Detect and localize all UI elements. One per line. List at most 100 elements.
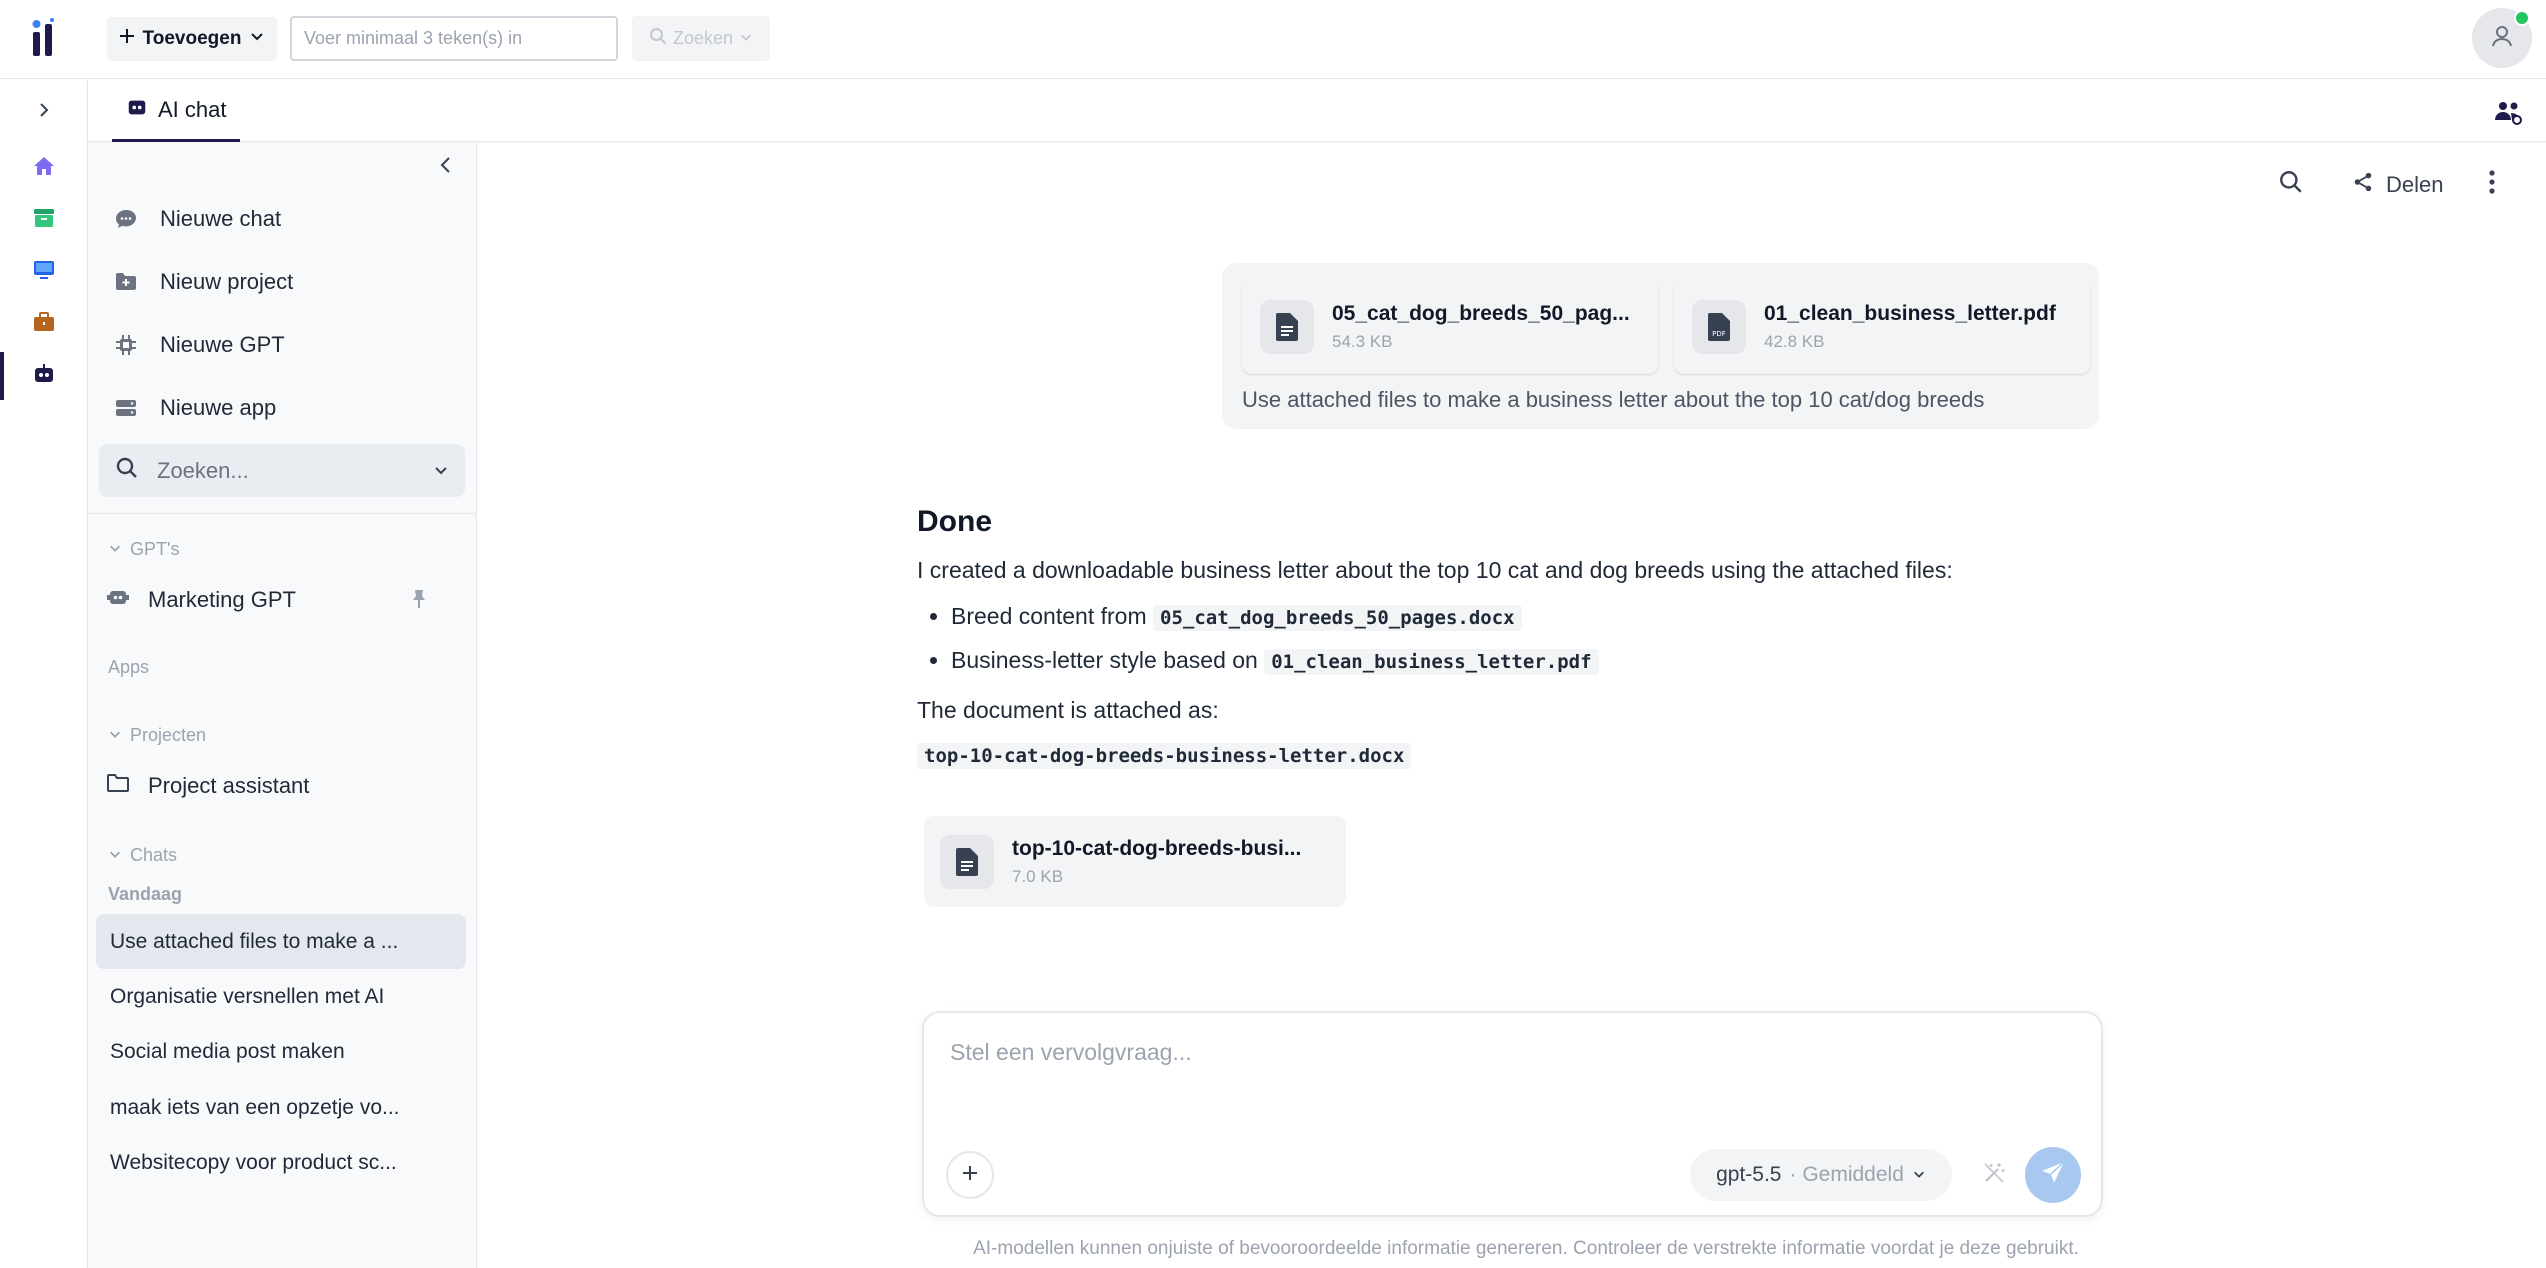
new-app-button[interactable]: Nieuwe app xyxy=(112,388,276,428)
chat-sidebar: Nieuwe chat Nieuw project Nieuwe GPT Nie… xyxy=(88,143,477,1268)
list-item: Business-letter style based on 01_clean_… xyxy=(951,639,2117,683)
archive-icon xyxy=(32,206,56,235)
attachment-size: 42.8 KB xyxy=(1764,332,1825,351)
output-file-card[interactable]: top-10-cat-dog-breeds-busi... 7.0 KB xyxy=(924,816,1346,907)
share-label: Delen xyxy=(2386,172,2444,197)
answer-heading: Done xyxy=(917,505,992,538)
rail-active-indicator xyxy=(0,352,4,400)
more-vertical-icon xyxy=(2488,169,2496,201)
section-projects-label: Projecten xyxy=(130,725,207,745)
assistant-message: Done I created a downloadable business l… xyxy=(917,505,2117,769)
document-icon xyxy=(1260,300,1314,354)
gpt-item-marketing[interactable]: Marketing GPT xyxy=(106,580,296,620)
top-bar: Toevoegen Voer minimaal 3 teken(s) in Zo… xyxy=(0,0,2546,79)
enhance-prompt-button[interactable] xyxy=(1970,1151,2018,1199)
rail-briefcase[interactable] xyxy=(0,304,88,344)
sidebar-divider xyxy=(88,513,477,514)
search-chat-button[interactable] xyxy=(2278,165,2304,205)
search-button[interactable]: Zoeken xyxy=(632,16,770,61)
ai-disclaimer: AI-modellen kunnen onjuiste of bevooroor… xyxy=(973,1238,2079,1259)
add-button[interactable]: Toevoegen xyxy=(107,17,277,61)
collapse-sidebar-button[interactable] xyxy=(434,153,458,177)
chevron-down-icon xyxy=(739,28,753,49)
rail-home[interactable] xyxy=(0,148,88,188)
plus-icon xyxy=(961,1164,979,1187)
new-chat-label: Nieuwe chat xyxy=(160,206,282,231)
chat-item[interactable]: Websitecopy voor product sc... xyxy=(96,1135,466,1190)
chat-main: Delen 05_cat_dog_breeds_50_pag... 54.3 K… xyxy=(478,143,2546,1268)
output-file-size: 7.0 KB xyxy=(1012,866,1064,886)
model-name: gpt-5.5 xyxy=(1716,1163,1782,1186)
share-button[interactable]: Delen xyxy=(2352,165,2443,205)
chevron-right-icon xyxy=(35,101,53,124)
chat-item[interactable]: Organisatie versnellen met AI xyxy=(96,969,466,1024)
expand-rail-button[interactable] xyxy=(0,92,88,132)
magic-wand-icon xyxy=(1982,1161,2006,1190)
answer-intro: I created a downloadable business letter… xyxy=(917,557,1953,583)
new-chat-button[interactable]: Nieuwe chat xyxy=(112,199,281,239)
message-composer[interactable]: Stel een vervolgvraag... gpt-5.5 · Gemid… xyxy=(922,1011,2103,1217)
new-app-label: Nieuwe app xyxy=(160,395,277,420)
team-settings-icon[interactable] xyxy=(2492,96,2524,128)
composer-input[interactable]: Stel een vervolgvraag... xyxy=(950,1039,1192,1066)
bullet-text: Breed content from xyxy=(951,603,1153,629)
output-file-name: top-10-cat-dog-breeds-busi... xyxy=(1012,836,1302,860)
new-gpt-button[interactable]: Nieuwe GPT xyxy=(112,325,285,365)
global-search-input[interactable]: Voer minimaal 3 teken(s) in xyxy=(290,16,618,61)
sidebar-search-input[interactable]: Zoeken... xyxy=(99,444,465,497)
more-options-button[interactable] xyxy=(2488,165,2496,205)
attachment-card[interactable]: 05_cat_dog_breeds_50_pag... 54.3 KB xyxy=(1242,280,1658,374)
pin-icon[interactable] xyxy=(410,589,428,614)
attachment-name: 05_cat_dog_breeds_50_pag... xyxy=(1332,302,1630,325)
attachment-size: 54.3 KB xyxy=(1332,332,1393,351)
chat-item[interactable]: maak iets van een opzetje vo... xyxy=(96,1080,466,1135)
robot-icon xyxy=(106,585,130,615)
folder-plus-icon xyxy=(112,268,140,296)
chat-item[interactable]: Social media post maken xyxy=(96,1024,466,1079)
search-icon xyxy=(2278,169,2304,201)
model-mode: · Gemiddeld xyxy=(1789,1163,1904,1186)
chat-item[interactable]: Use attached files to make a ... xyxy=(96,914,466,969)
chevron-down-icon xyxy=(108,539,122,560)
rail-desktop[interactable] xyxy=(0,252,88,292)
new-project-label: Nieuw project xyxy=(160,269,294,294)
chevron-down-icon xyxy=(249,28,265,50)
gpt-item-label: Marketing GPT xyxy=(148,587,296,612)
chevron-down-icon xyxy=(108,725,122,746)
send-icon xyxy=(2040,1160,2066,1191)
chat-bubble-icon xyxy=(112,205,140,233)
search-icon xyxy=(115,456,139,486)
pdf-icon: PDF xyxy=(1692,300,1746,354)
attachment-name: 01_clean_business_letter.pdf xyxy=(1764,302,2056,325)
sidebar-search-placeholder: Zoeken... xyxy=(157,457,249,483)
send-button[interactable] xyxy=(2025,1147,2081,1203)
chats-group-today: Vandaag xyxy=(108,884,183,904)
folder-icon xyxy=(106,772,130,800)
monitor-icon xyxy=(32,258,56,287)
attach-button[interactable] xyxy=(946,1151,994,1199)
app-logo[interactable] xyxy=(30,18,58,58)
section-gpts-toggle[interactable]: GPT's xyxy=(108,539,179,560)
user-message: 05_cat_dog_breeds_50_pag... 54.3 KB PDF … xyxy=(1222,263,2099,429)
inline-code: 05_cat_dog_breeds_50_pages.docx xyxy=(1153,605,1522,631)
chevron-down-icon xyxy=(1912,1163,1926,1187)
chevron-down-icon xyxy=(108,845,122,866)
section-chats-toggle[interactable]: Chats xyxy=(108,845,177,866)
output-filename-code: top-10-cat-dog-breeds-business-letter.do… xyxy=(917,743,1412,769)
project-item[interactable]: Project assistant xyxy=(106,766,309,806)
model-selector[interactable]: gpt-5.5 · Gemiddeld xyxy=(1690,1149,1952,1201)
chevron-down-icon[interactable] xyxy=(433,458,449,484)
bullet-text: Business-letter style based on xyxy=(951,647,1265,673)
attachment-card[interactable]: PDF 01_clean_business_letter.pdf 42.8 KB xyxy=(1674,280,2090,374)
tab-bar: AI chat xyxy=(88,80,2546,142)
new-project-button[interactable]: Nieuw project xyxy=(112,262,293,302)
answer-list: Breed content from 05_cat_dog_breeds_50_… xyxy=(951,595,2117,683)
tab-label: AI chat xyxy=(158,96,227,122)
section-projects-toggle[interactable]: Projecten xyxy=(108,725,206,746)
tab-ai-chat[interactable]: AI chat xyxy=(112,80,241,142)
rail-archive[interactable] xyxy=(0,200,88,240)
add-button-label: Toevoegen xyxy=(142,28,242,49)
rail-ai-chat[interactable] xyxy=(0,356,88,396)
home-icon xyxy=(32,154,56,183)
section-gpts-label: GPT's xyxy=(130,539,180,559)
